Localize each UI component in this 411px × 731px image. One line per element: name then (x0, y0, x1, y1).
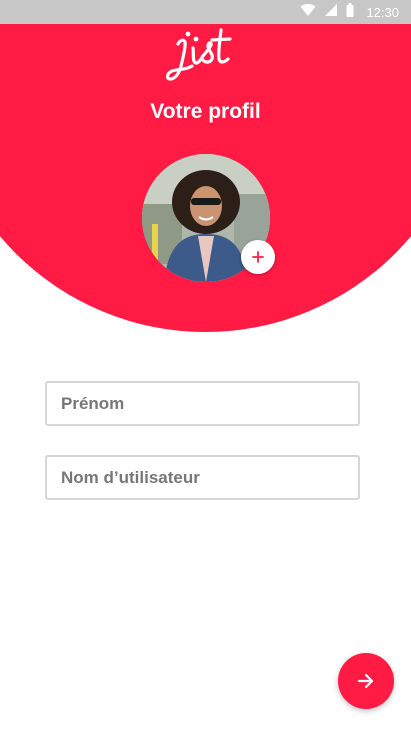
signal-icon (324, 3, 338, 22)
battery-icon (346, 2, 354, 22)
arrow-right-icon (357, 673, 374, 689)
next-button[interactable] (338, 653, 394, 709)
plus-icon (252, 251, 264, 263)
jist-logo (165, 28, 232, 81)
page-title: Votre profil (150, 100, 261, 123)
first-name-field-wrapper (45, 381, 360, 426)
username-input[interactable] (47, 457, 358, 498)
status-bar: 12:30 (0, 0, 411, 24)
username-field-wrapper (45, 455, 360, 500)
app-logo (0, 26, 411, 89)
wifi-icon (300, 3, 316, 22)
status-time: 12:30 (366, 4, 399, 20)
first-name-input[interactable] (47, 383, 358, 424)
profile-setup-screen: 12:30 Votre profil (0, 0, 411, 731)
add-photo-button[interactable] (241, 240, 275, 274)
